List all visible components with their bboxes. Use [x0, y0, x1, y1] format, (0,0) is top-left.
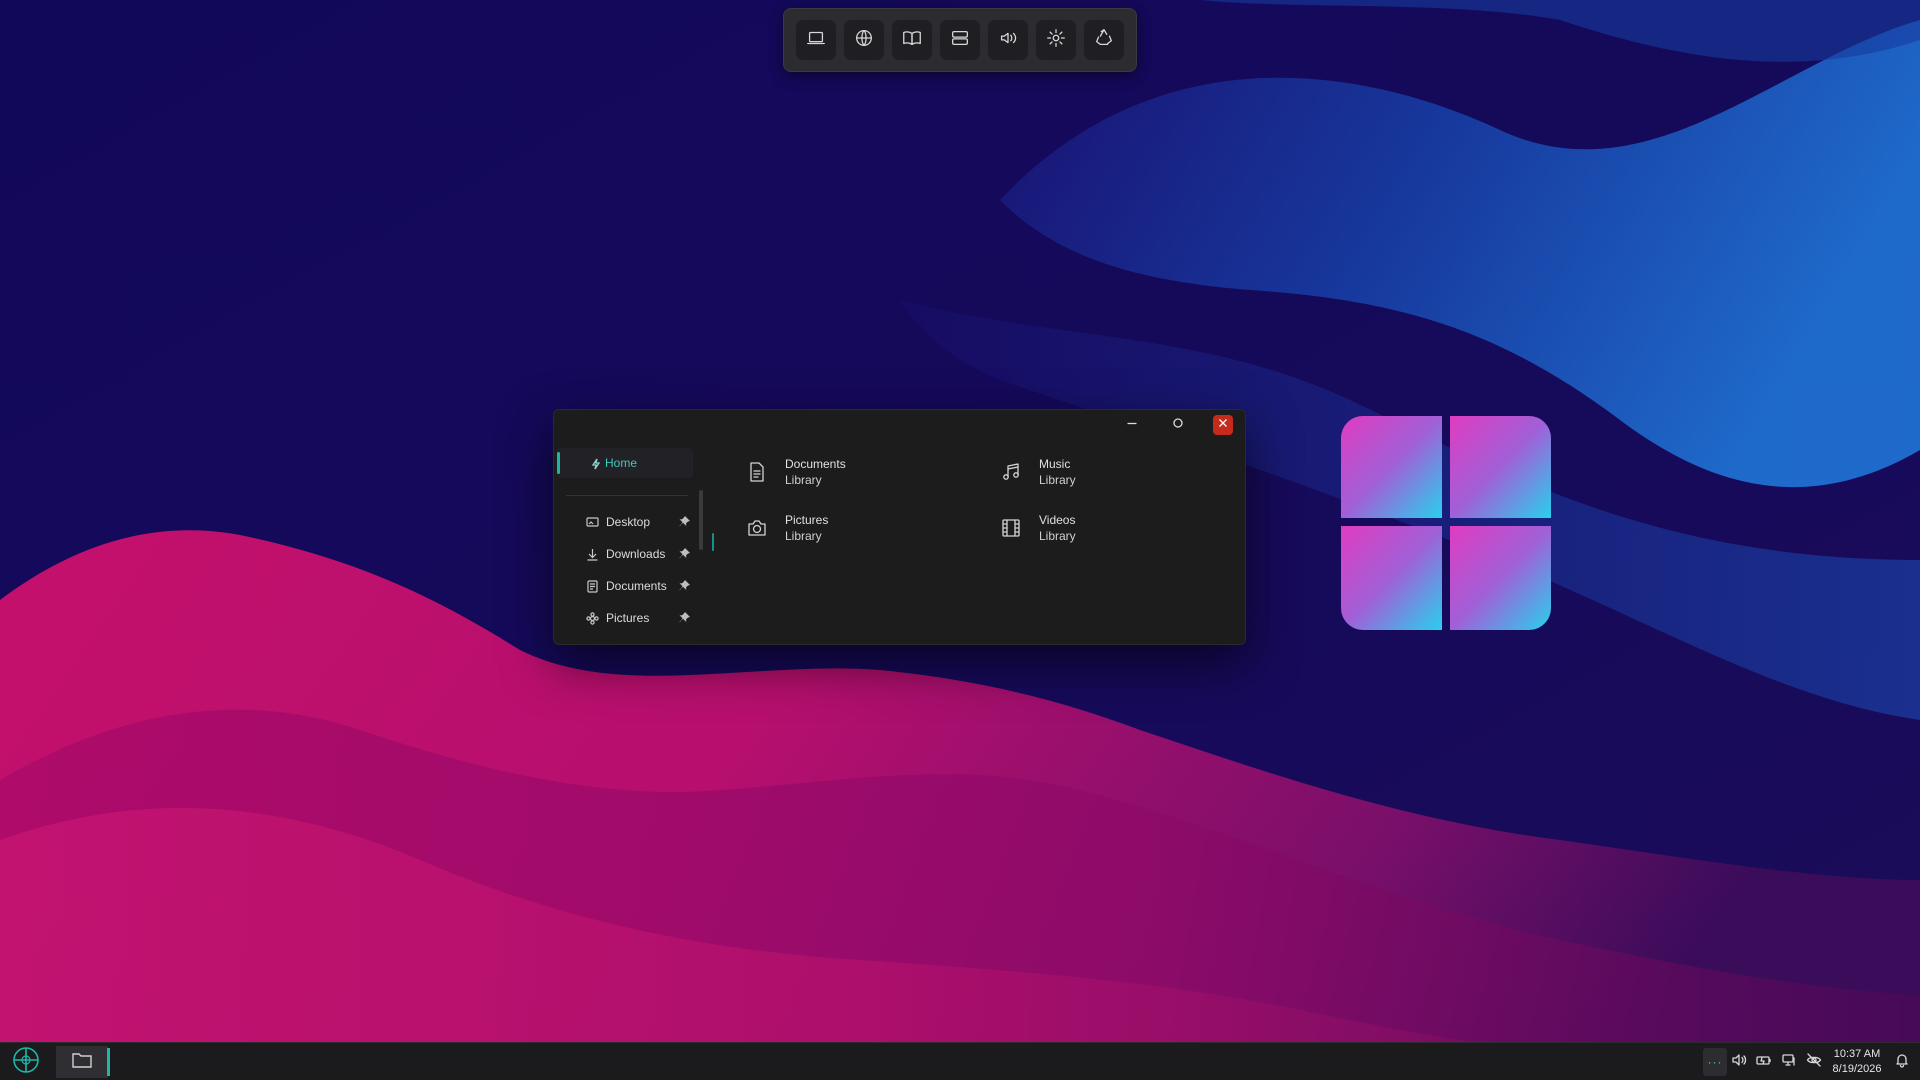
tray-visibility-button[interactable] — [1803, 1048, 1825, 1076]
active-app-indicator — [107, 1048, 110, 1076]
maximize-icon — [1172, 416, 1184, 434]
volume-icon — [1731, 1052, 1747, 1073]
library-subtitle: Library — [1039, 529, 1076, 543]
navigation-pane: Home Desktop Downloads Documents Picture… — [554, 446, 703, 636]
eye-off-icon — [1806, 1052, 1822, 1073]
library-name: Documents — [785, 457, 846, 471]
library-pictures[interactable]: Pictures Library — [746, 513, 946, 553]
dock-volume-button[interactable] — [988, 20, 1028, 60]
tray-overflow-button[interactable]: ··· — [1703, 1048, 1727, 1076]
clock-time: 10:37 AM — [1833, 1048, 1881, 1060]
sidebar-item-label: Desktop — [606, 515, 651, 529]
sidebar-item-downloads[interactable]: Downloads — [557, 540, 693, 568]
dock-recycle-bin-button[interactable] — [1084, 20, 1124, 60]
home-icon — [590, 457, 602, 470]
library-subtitle: Library — [1039, 473, 1076, 487]
library-name: Videos — [1039, 513, 1076, 527]
book-icon — [901, 27, 923, 54]
sidebar-item-label: Pictures — [606, 611, 650, 625]
windows-logo — [1341, 416, 1551, 630]
minimize-button[interactable] — [1122, 416, 1142, 434]
selection-indicator — [557, 452, 560, 474]
laptop-icon — [805, 27, 827, 54]
sidebar-item-desktop[interactable]: Desktop — [557, 508, 693, 536]
pin-icon — [679, 516, 690, 527]
clock-date: 8/19/2026 — [1832, 1063, 1882, 1075]
sidebar-item-home[interactable]: Home — [557, 448, 693, 478]
tray-battery-button[interactable] — [1753, 1048, 1775, 1076]
dock-globe-button[interactable] — [844, 20, 884, 60]
film-icon — [1000, 517, 1022, 539]
library-name: Music — [1039, 457, 1071, 471]
file-explorer-window: Home Desktop Downloads Documents Picture… — [553, 409, 1246, 645]
recycle-bin-icon — [1093, 27, 1115, 54]
network-icon — [1781, 1052, 1797, 1073]
tray-overflow-label: ··· — [1707, 1055, 1723, 1069]
top-dock — [783, 8, 1137, 72]
document-icon — [746, 461, 768, 483]
close-icon — [1217, 416, 1229, 434]
notifications-button[interactable] — [1891, 1048, 1913, 1076]
window-titlebar[interactable] — [554, 410, 1245, 440]
library-subtitle: Library — [785, 473, 822, 487]
tray-volume-button[interactable] — [1728, 1048, 1750, 1076]
sidebar-item-label: Downloads — [606, 547, 666, 561]
library-music[interactable]: Music Library — [1000, 457, 1200, 497]
document-icon — [586, 580, 599, 593]
folder-icon — [71, 1050, 93, 1075]
library-documents[interactable]: Documents Library — [746, 457, 946, 497]
sidebar-divider — [566, 495, 688, 496]
taskbar-clock[interactable]: 10:37 AM 8/19/2026 — [1828, 1047, 1886, 1077]
tray-network-button[interactable] — [1778, 1048, 1800, 1076]
sidebar-item-documents[interactable]: Documents — [557, 572, 693, 600]
minimize-icon — [1126, 416, 1138, 434]
pin-icon — [679, 580, 690, 591]
dock-settings-button[interactable] — [1036, 20, 1076, 60]
download-icon — [586, 548, 599, 561]
bell-icon — [1894, 1052, 1910, 1073]
maximize-button[interactable] — [1168, 416, 1188, 434]
globe-icon — [853, 27, 875, 54]
content-focus-marker — [712, 533, 714, 551]
library-name: Pictures — [785, 513, 829, 527]
library-subtitle: Library — [785, 529, 822, 543]
start-logo-icon — [12, 1046, 40, 1079]
dock-book-button[interactable] — [892, 20, 932, 60]
dock-laptop-button[interactable] — [796, 20, 836, 60]
pictures-icon — [586, 612, 599, 625]
taskbar: ··· 10:37 AM 8/19/2026 — [0, 1042, 1920, 1080]
desktop-icon — [586, 516, 599, 529]
battery-icon — [1756, 1052, 1772, 1073]
library-videos[interactable]: Videos Library — [1000, 513, 1200, 553]
sidebar-scrollbar[interactable] — [699, 490, 703, 550]
gear-icon — [1045, 27, 1067, 54]
close-button[interactable] — [1213, 415, 1233, 435]
sidebar-item-label: Documents — [606, 579, 667, 593]
taskbar-file-explorer[interactable] — [56, 1046, 110, 1078]
dock-server-button[interactable] — [940, 20, 980, 60]
camera-icon — [746, 517, 768, 539]
sidebar-item-pictures[interactable]: Pictures — [557, 604, 693, 632]
pin-icon — [679, 548, 690, 559]
music-icon — [1000, 461, 1022, 483]
server-icon — [949, 27, 971, 54]
pin-icon — [679, 612, 690, 623]
volume-icon — [997, 27, 1019, 54]
start-button[interactable] — [4, 1046, 48, 1078]
sidebar-item-label: Home — [605, 456, 638, 470]
